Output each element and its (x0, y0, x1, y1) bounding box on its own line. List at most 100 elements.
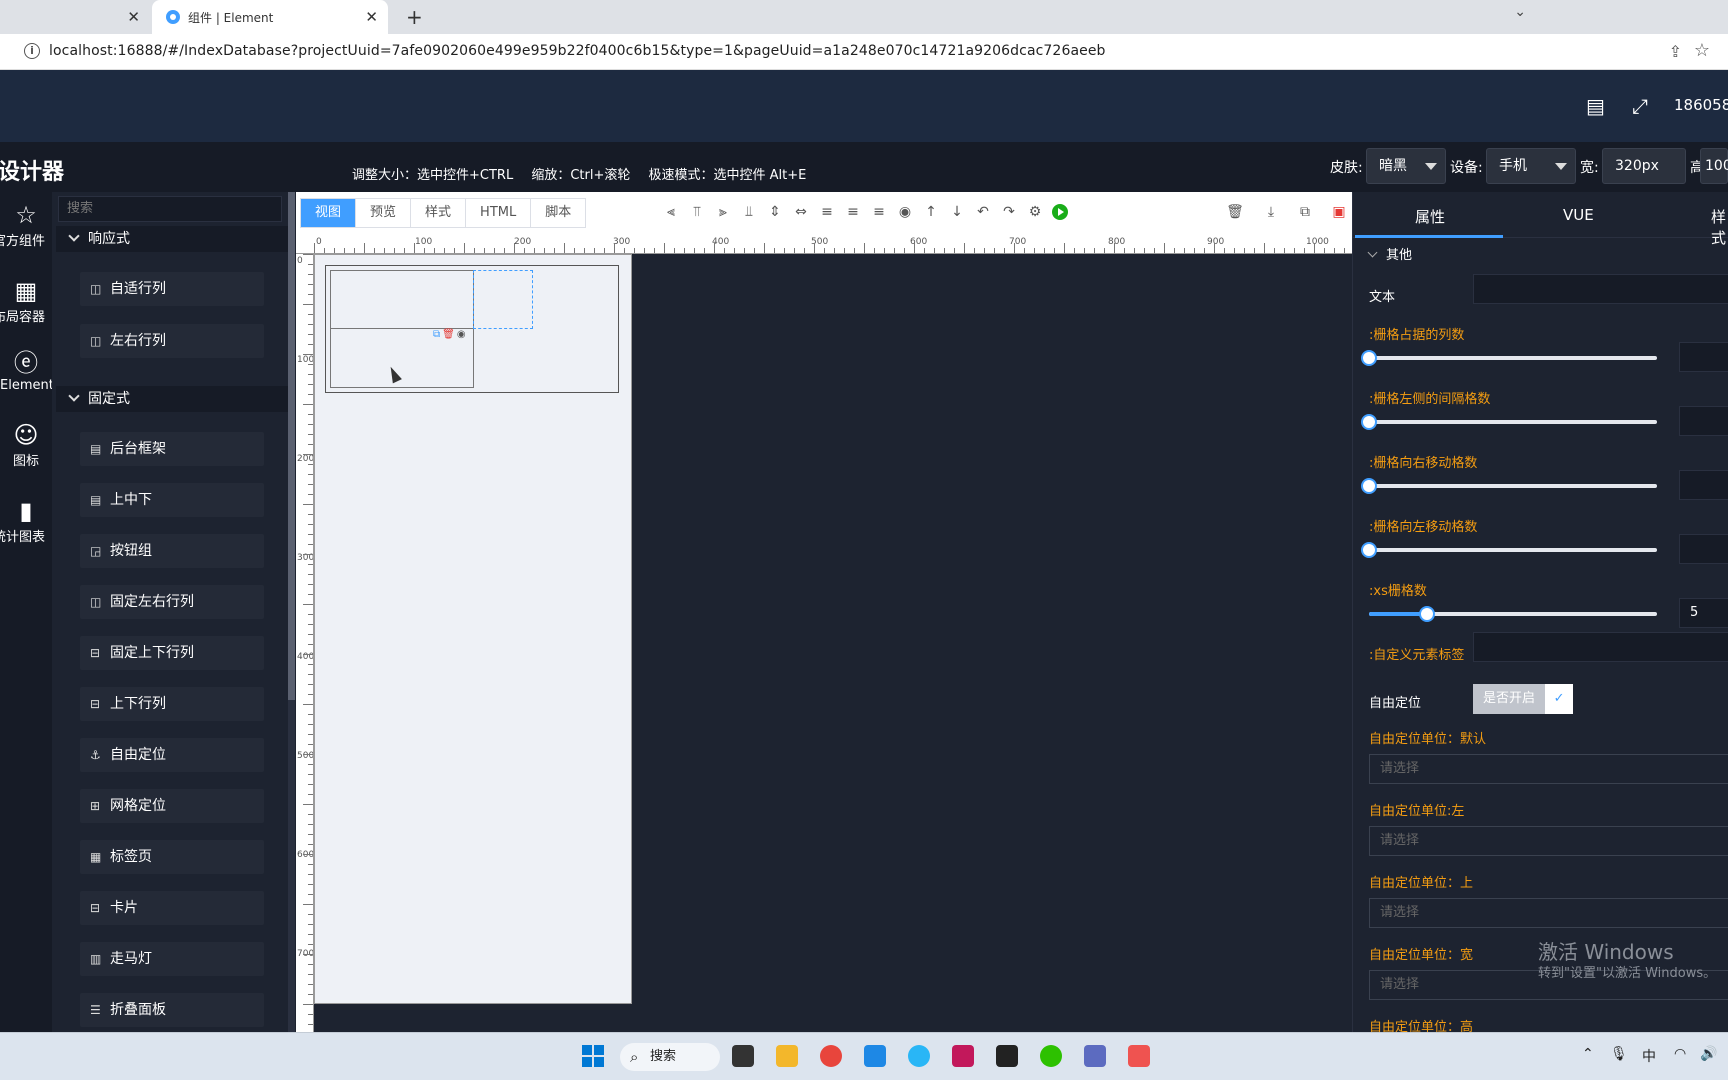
pull-slider[interactable] (1361, 542, 1657, 558)
chrome-icon[interactable] (820, 1045, 842, 1067)
unit-left-select[interactable]: 请选择 (1369, 826, 1728, 856)
custom-tag-input[interactable] (1473, 632, 1728, 662)
app-icon[interactable] (864, 1045, 886, 1067)
fullscreen-icon[interactable]: ⤢ (1632, 94, 1648, 118)
wifi-icon[interactable]: ◠ (1674, 1046, 1686, 1062)
delete-icon[interactable]: 🗑 (442, 329, 455, 340)
align-vcenter-icon[interactable]: ⇕ (766, 204, 784, 220)
tab-style[interactable]: 样式 (411, 199, 467, 227)
slider-knob[interactable] (1361, 542, 1377, 558)
eye-icon[interactable]: ◉ (457, 329, 466, 340)
undo-icon[interactable]: ↶ (974, 204, 992, 220)
rail-layout-containers[interactable]: ▦ 布局容器 (0, 276, 52, 325)
close-tab-icon[interactable]: ✕ (365, 8, 378, 26)
component-tabs[interactable]: ▦ 标签页 (80, 840, 264, 874)
debug-icon[interactable]: ⚙ (1026, 204, 1044, 220)
phone-canvas[interactable]: ⧉ 🗑 ◉ (314, 254, 632, 1004)
tab-vue[interactable]: VUE (1563, 206, 1594, 224)
free-position-toggle[interactable]: 是否开启 ✓ (1473, 684, 1574, 714)
component-adaptive-row-col[interactable]: ◫ 自适行列 (80, 272, 264, 306)
row-container[interactable]: ⧉ 🗑 ◉ (325, 265, 619, 393)
microphone-icon[interactable]: 🎙 (1610, 1046, 1628, 1062)
component-carousel[interactable]: ▥ 走马灯 (80, 942, 264, 976)
grid-cell-placeholder[interactable] (473, 270, 533, 329)
app-icon[interactable] (1128, 1045, 1150, 1067)
ime-indicator[interactable]: 中 (1642, 1046, 1656, 1066)
align-left-icon[interactable]: ⫷ (662, 204, 680, 220)
site-info-icon[interactable]: i (24, 43, 40, 59)
volume-icon[interactable]: 🔊 (1700, 1046, 1717, 1062)
tray-chevron-up-icon[interactable]: ⌃ (1582, 1046, 1594, 1062)
copy-icon[interactable]: ⧉ (433, 329, 440, 340)
windows-start-icon[interactable] (582, 1045, 604, 1067)
tab-script[interactable]: 脚本 (531, 199, 586, 227)
arrow-down-icon[interactable]: ↓ (948, 204, 966, 220)
wechat-icon[interactable] (1040, 1045, 1062, 1067)
component-top-bottom[interactable]: ⊟ 上下行列 (80, 687, 264, 721)
slider-knob[interactable] (1361, 478, 1377, 494)
browser-tab-previous[interactable]: ✕ (0, 0, 152, 34)
component-left-right[interactable]: ◫ 左右行列 (80, 324, 264, 358)
component-fixed-top-bottom[interactable]: ⊟ 固定上下行列 (80, 636, 264, 670)
component-card[interactable]: ⊟ 卡片 (80, 891, 264, 925)
tab-attributes[interactable]: 属性 (1415, 206, 1445, 227)
text-left-icon[interactable]: ≡ (818, 204, 836, 220)
download-icon[interactable]: ⤓ (1262, 204, 1280, 220)
push-slider[interactable] (1361, 478, 1657, 494)
component-fixed-left-right[interactable]: ◫ 固定左右行列 (80, 585, 264, 619)
taskbar-search[interactable]: 搜索 (620, 1043, 720, 1071)
push-input[interactable] (1679, 470, 1728, 500)
delete-icon[interactable]: 🗑 (1226, 204, 1244, 220)
record-icon[interactable]: ◉ (896, 204, 914, 220)
rail-icons[interactable]: ☺ 图标 (0, 420, 52, 469)
design-stage[interactable]: ⧉ 🗑 ◉ (314, 254, 1352, 1032)
component-free-position[interactable]: ⚓ 自由定位 (80, 738, 264, 772)
text-center-icon[interactable]: ≡ (844, 204, 862, 220)
task-view-icon[interactable] (732, 1045, 754, 1067)
tab-styles[interactable]: 样式 (1711, 206, 1728, 248)
skin-select[interactable]: 暗黑 (1366, 148, 1446, 184)
text-input[interactable] (1473, 274, 1728, 304)
panel-scrollbar[interactable] (288, 192, 295, 1032)
share-icon[interactable]: ⇪ (1669, 42, 1682, 61)
offset-slider[interactable] (1361, 414, 1657, 430)
app-icon[interactable] (1084, 1045, 1106, 1067)
tab-view[interactable]: 视图 (301, 199, 357, 227)
rail-charts[interactable]: ▮ 统计图表 (0, 496, 52, 545)
align-bottom-icon[interactable]: ⫫ (740, 204, 758, 220)
new-tab-button[interactable]: + (406, 5, 423, 29)
pull-input[interactable] (1679, 534, 1728, 564)
run-icon[interactable] (1052, 204, 1068, 220)
component-grid-position[interactable]: ⊞ 网格定位 (80, 789, 264, 823)
file-explorer-icon[interactable] (776, 1045, 798, 1067)
align-top-icon[interactable]: ⫪ (688, 204, 706, 220)
align-hcenter-icon[interactable]: ⇔ (792, 204, 810, 220)
terminal-icon[interactable] (996, 1045, 1018, 1067)
unit-top-select[interactable]: 请选择 (1369, 898, 1728, 928)
offset-input[interactable] (1679, 406, 1728, 436)
xs-input[interactable]: 5 (1679, 598, 1728, 628)
bookmark-star-icon[interactable]: ☆ (1694, 40, 1710, 61)
text-right-icon[interactable]: ≡ (870, 204, 888, 220)
tab-preview[interactable]: 预览 (356, 199, 412, 227)
component-top-middle-bottom[interactable]: ▤ 上中下 (80, 483, 264, 517)
close-tab-icon[interactable]: ✕ (127, 8, 140, 26)
redo-icon[interactable]: ↷ (1000, 204, 1018, 220)
group-other[interactable]: 其他 (1363, 244, 1412, 263)
intellij-icon[interactable] (952, 1045, 974, 1067)
export-icon[interactable]: ⧉ (1296, 204, 1314, 220)
height-input[interactable]: 100 (1700, 148, 1728, 184)
width-input[interactable]: 320px (1602, 148, 1686, 184)
slider-knob[interactable] (1418, 606, 1435, 622)
rail-official-components[interactable]: ☆ 官方组件 (0, 200, 52, 249)
component-admin-frame[interactable]: ▤ 后台框架 (80, 432, 264, 466)
document-icon[interactable]: ▤ (1586, 94, 1605, 118)
tab-search-icon[interactable]: ⌄ (1514, 4, 1526, 20)
component-search-input[interactable]: 搜索 (58, 196, 282, 222)
rail-element[interactable]: ⓔ Element (0, 348, 54, 393)
grid-cell[interactable] (330, 270, 474, 329)
browser-tab-active[interactable]: 组件 | Element ✕ (152, 0, 388, 34)
col-span-input[interactable] (1679, 342, 1728, 372)
component-button-group[interactable]: ◲ 按钮组 (80, 534, 264, 568)
align-right-icon[interactable]: ⫸ (714, 204, 732, 220)
